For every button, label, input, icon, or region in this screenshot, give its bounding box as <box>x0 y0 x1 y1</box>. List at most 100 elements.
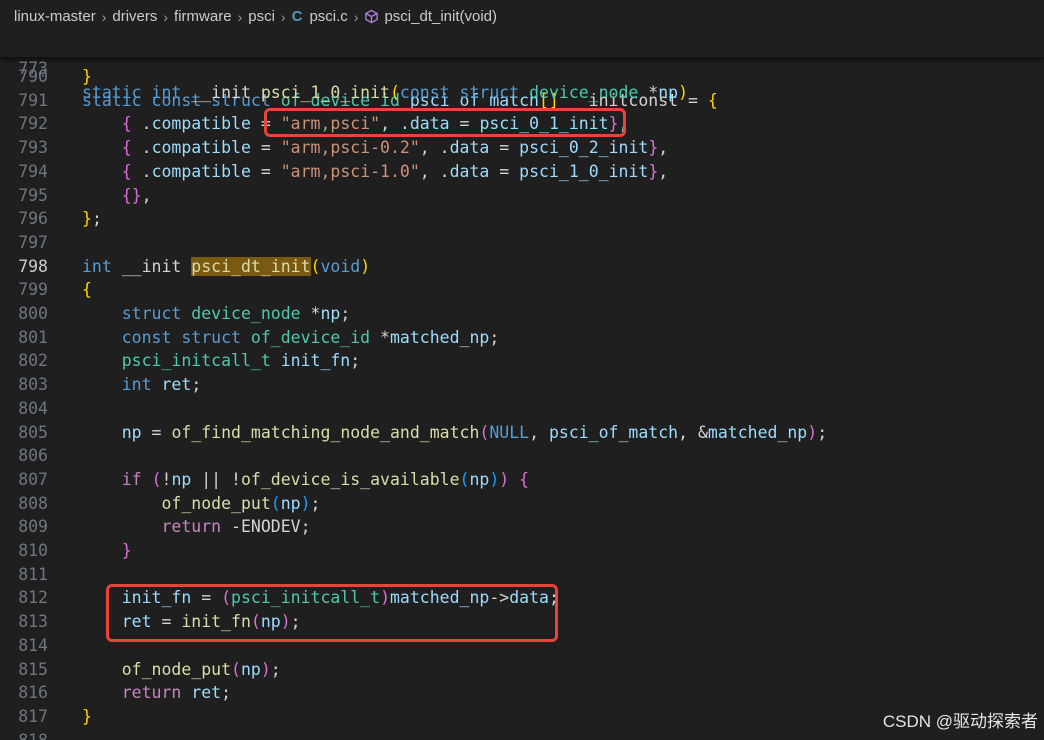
code-token: ( <box>479 422 490 442</box>
code-token: const <box>399 83 460 102</box>
code-line[interactable]: 810 } <box>0 539 1044 563</box>
code-token: of_find_matching_node_and_match <box>171 422 480 442</box>
code-token: ; <box>340 304 351 323</box>
code-token: ret <box>191 683 222 703</box>
code-token: if <box>121 469 152 489</box>
code-token: ; <box>310 493 321 513</box>
code-token: } <box>82 209 92 229</box>
code-line[interactable]: 796}; <box>0 207 1044 231</box>
code-token: int <box>151 83 192 102</box>
code-token: . <box>131 138 152 158</box>
code-token: } <box>648 138 659 158</box>
code-token: struct <box>459 83 530 102</box>
code-line[interactable]: 798 int __init psci_dt_init(void) <box>0 255 1044 279</box>
code-line[interactable]: 799 { <box>0 278 1044 302</box>
code-line[interactable]: 805 np = of_find_matching_node_and_match… <box>0 421 1044 445</box>
code-token: {} <box>121 185 142 205</box>
code-line[interactable]: 809 return -ENODEV; <box>0 515 1044 539</box>
code-line[interactable]: 808 of_node_put(np); <box>0 492 1044 516</box>
code-line[interactable]: 802 psci_initcall_t init_fn; <box>0 349 1044 373</box>
code-line[interactable]: 807 if (!np || !of_device_is_available(n… <box>0 468 1044 492</box>
code-line[interactable]: 803 int ret; <box>0 373 1044 397</box>
line-number: 807 <box>18 469 48 489</box>
code-text: { .compatible = "arm,psci-1.0", .data = … <box>82 160 668 184</box>
code-token: } <box>82 706 92 726</box>
breadcrumb-file[interactable]: psci.c <box>309 8 347 25</box>
code-line[interactable]: 793 { .compatible = "arm,psci-0.2", .dat… <box>0 136 1044 160</box>
line-number: 812 <box>18 588 48 608</box>
breadcrumb-item-drivers[interactable]: drivers <box>112 8 157 25</box>
breadcrumb-item-firmware[interactable]: firmware <box>174 8 232 25</box>
code-text: psci_initcall_t init_fn; <box>82 349 360 373</box>
code-text: int __init psci_dt_init(void) <box>82 255 370 279</box>
code-text: if (!np || !of_device_is_available(np)) … <box>82 468 529 492</box>
code-token: { <box>121 138 132 158</box>
code-token: ( <box>151 469 162 489</box>
line-number: 799 <box>18 280 48 300</box>
code-token: ; <box>270 659 281 679</box>
code-token: ( <box>389 83 400 102</box>
code-text: of_node_put(np); <box>82 658 281 682</box>
code-line[interactable]: 797 <box>0 231 1044 255</box>
code-token: ; <box>817 422 828 442</box>
line-number: 814 <box>18 635 48 655</box>
code-token: np <box>320 304 341 323</box>
code-token: ( <box>231 659 241 679</box>
code-token: { <box>519 469 530 489</box>
code-line[interactable]: 795 {}, <box>0 184 1044 208</box>
code-line[interactable]: 800 struct device_node *np; <box>0 302 1044 326</box>
code-token: psci_1_0_init <box>260 83 390 102</box>
line-number: 809 <box>18 517 48 537</box>
code-line[interactable]: 801 const struct of_device_id *matched_n… <box>0 326 1044 350</box>
sticky-code-line: static int __init psci_1_0_init(const st… <box>82 81 688 105</box>
code-text: {}, <box>82 184 152 208</box>
code-line[interactable]: 816 return ret; <box>0 681 1044 705</box>
code-token: ! <box>161 469 172 489</box>
sticky-scroll-header[interactable]: 773 static int __init psci_1_0_init(cons… <box>0 33 1044 102</box>
code-token: ) <box>300 493 311 513</box>
code-line[interactable]: 794 { .compatible = "arm,psci-1.0", .dat… <box>0 160 1044 184</box>
code-token: ; <box>221 683 232 703</box>
code-token: } <box>648 161 659 181</box>
code-line[interactable]: 806 <box>0 444 1044 468</box>
line-number: 773 <box>18 59 48 78</box>
breadcrumb-symbol[interactable]: psci_dt_init(void) <box>384 8 497 25</box>
code-token: of_device_is_available <box>240 469 460 489</box>
code-token: void <box>320 256 361 276</box>
c-file-icon: C <box>291 8 303 25</box>
code-token: compatible <box>151 161 251 181</box>
code-token: , <box>658 161 669 181</box>
code-token: , <box>658 138 669 158</box>
line-number: 793 <box>18 138 48 158</box>
breadcrumb-item-psci[interactable]: psci <box>248 8 275 25</box>
watermark: CSDN @驱动探索者 <box>882 712 1038 731</box>
code-token: const <box>121 327 182 347</box>
code-token: ) <box>360 256 371 276</box>
red-box-init-fn-call <box>106 584 558 642</box>
code-token: ; <box>489 327 500 347</box>
code-text: struct device_node *np; <box>82 302 351 326</box>
code-token: matched_np <box>707 422 808 442</box>
line-number: 794 <box>18 161 48 181</box>
code-token: * <box>380 327 390 347</box>
code-token: , . <box>419 161 450 181</box>
code-token: = <box>250 138 281 158</box>
code-line[interactable]: 815 of_node_put(np); <box>0 658 1044 682</box>
code-token: np <box>171 469 192 489</box>
chevron-right-icon: › <box>101 8 107 25</box>
code-token: , <box>141 185 152 205</box>
breadcrumb-item-linux-master[interactable]: linux-master <box>14 8 96 25</box>
function-symbol-icon <box>364 9 379 24</box>
code-token: "arm,psci-0.2" <box>280 138 420 158</box>
line-number: 818 <box>0 729 48 740</box>
line-number: 810 <box>18 541 48 560</box>
code-token: ; <box>91 209 102 229</box>
code-line[interactable]: 804 <box>0 397 1044 421</box>
code-token: , <box>529 422 549 442</box>
